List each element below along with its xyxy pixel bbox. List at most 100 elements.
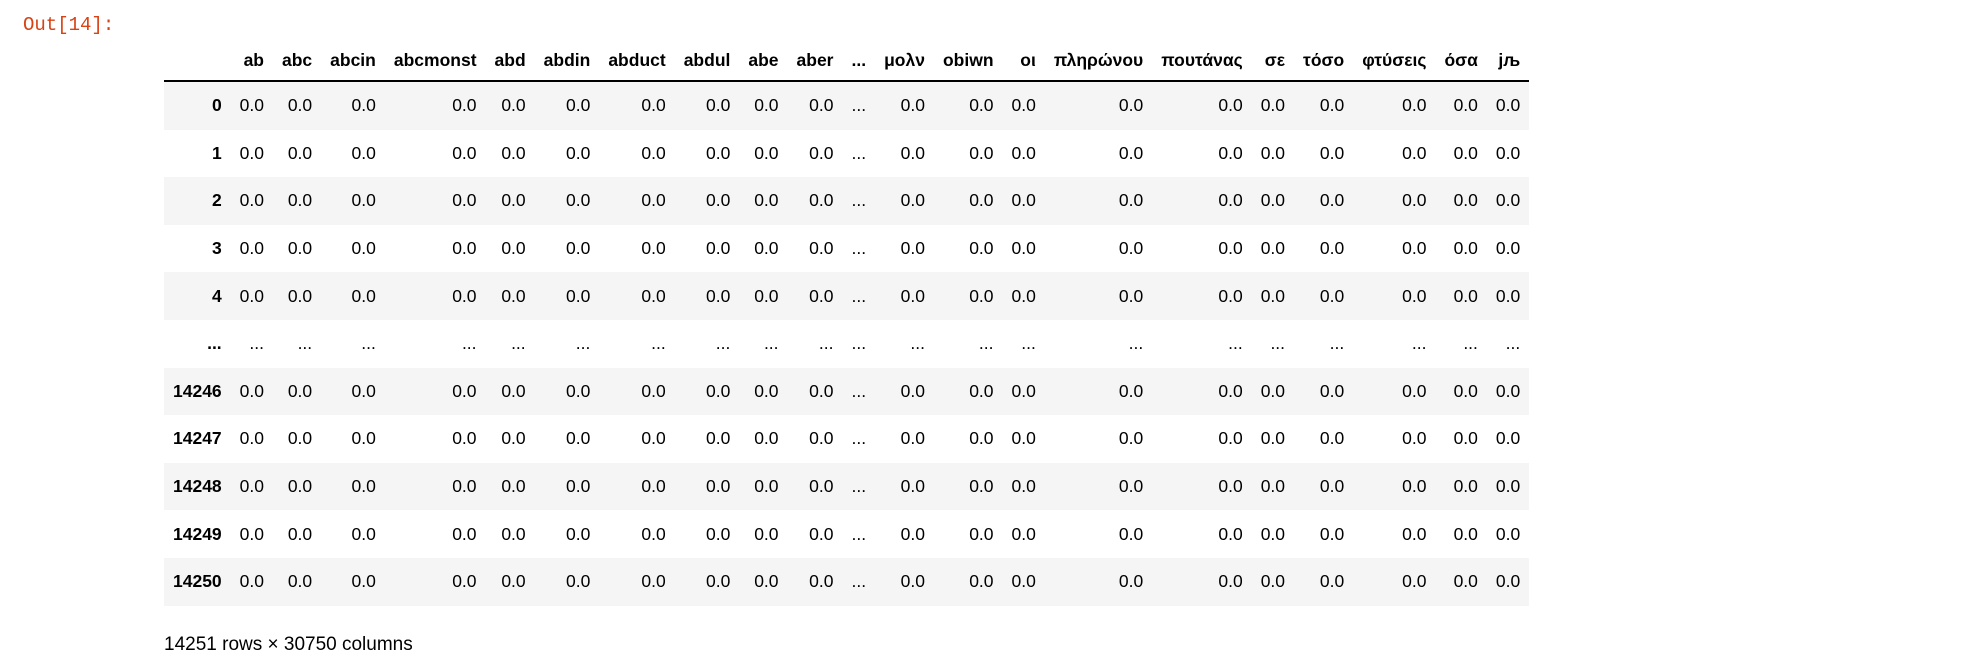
table-cell: 0.0 (452, 476, 477, 497)
table-cell: 0.0 (566, 523, 591, 544)
table-cell: ... (1463, 333, 1478, 354)
table-cell: ... (1021, 333, 1036, 354)
table-cell: 0.0 (1011, 571, 1036, 592)
table-cell: 0.0 (706, 380, 731, 401)
table-cell: 0.0 (969, 571, 994, 592)
table-cell: 0.0 (1011, 285, 1036, 306)
table-cell: ... (763, 333, 779, 354)
table-cell: ... (297, 333, 313, 354)
table-cell: 0.0 (566, 571, 591, 592)
dataframe-shape: 14251 rows × 30750 columns (164, 634, 413, 655)
table-cell: 0.0 (287, 380, 313, 401)
table-cell: 0.0 (1495, 190, 1521, 211)
table-cell: 0.0 (1011, 95, 1036, 116)
column-header: πουτάνας (1152, 38, 1252, 82)
table-cell: 0.0 (1453, 428, 1478, 449)
table-cell: 0.0 (1495, 428, 1521, 449)
column-header: abdul (674, 38, 740, 82)
table-cell: 0.0 (351, 142, 376, 163)
table-cell: ... (715, 333, 731, 354)
table-cell: 0.0 (1453, 380, 1478, 401)
output-prompt: Out[14]: (23, 14, 115, 36)
table-cell: 0.0 (1118, 428, 1144, 449)
table-cell: 0.0 (1495, 238, 1521, 259)
table-cell: 0.0 (1495, 523, 1521, 544)
table-cell: ... (851, 571, 867, 592)
column-header: abdin (534, 38, 600, 82)
column-header: σε (1251, 38, 1295, 82)
table-cell: 0.0 (1319, 190, 1345, 211)
table-cell: 0.0 (969, 428, 994, 449)
table-cell: 0.0 (351, 190, 376, 211)
table-cell: 0.0 (1319, 285, 1345, 306)
table-cell: 0.0 (1495, 571, 1521, 592)
table-cell: 0.0 (754, 380, 779, 401)
table-cell: 0.0 (1319, 428, 1345, 449)
table-cell: 0.0 (754, 428, 779, 449)
table-cell: 0.0 (1453, 285, 1478, 306)
table-cell: 0.0 (706, 571, 731, 592)
table-cell: 0.0 (1453, 523, 1478, 544)
table-cell: 0.0 (900, 285, 925, 306)
table-cell: 0.0 (706, 95, 731, 116)
table-cell: 0.0 (239, 523, 264, 544)
table-cell: 0.0 (239, 95, 264, 116)
table-cell: ... (249, 333, 264, 354)
table-cell: 0.0 (1453, 95, 1478, 116)
table-cell: 0.0 (1402, 238, 1427, 259)
table-cell: 0.0 (1319, 95, 1345, 116)
table-row: ........................................… (164, 320, 1529, 368)
table-cell: 0.0 (452, 380, 477, 401)
table-cell: 0.0 (1495, 95, 1521, 116)
table-cell: 0.0 (1495, 380, 1521, 401)
table-cell: 0.0 (809, 142, 834, 163)
table-cell: 0.0 (501, 95, 526, 116)
column-header: jљ (1486, 38, 1530, 82)
table-cell: 0.0 (1402, 380, 1427, 401)
table-cell: 0.0 (452, 95, 477, 116)
table-cell: ... (361, 333, 376, 354)
column-header: όσα (1435, 38, 1487, 82)
table-cell: ... (978, 333, 994, 354)
column-header: πληρώνου (1044, 38, 1153, 82)
table-cell: 0.0 (1402, 428, 1427, 449)
table-cell: 0.0 (351, 238, 376, 259)
table-cell: 0.0 (287, 142, 313, 163)
table-cell: 0.0 (1118, 571, 1144, 592)
table-cell: 0.0 (754, 476, 779, 497)
table-cell: 0.0 (641, 285, 666, 306)
table-cell: 0.0 (239, 142, 264, 163)
table-cell: 0.0 (1118, 190, 1144, 211)
table-cell: 0.0 (754, 190, 779, 211)
table-cell: 0.0 (1260, 428, 1286, 449)
row-index: 3 (211, 238, 222, 259)
table-cell: 0.0 (452, 142, 477, 163)
table-cell: 0.0 (1218, 190, 1243, 211)
table-cell: 0.0 (1011, 190, 1036, 211)
table-cell: 0.0 (1118, 142, 1144, 163)
table-cell: 0.0 (1218, 380, 1243, 401)
table-cell: 0.0 (287, 285, 313, 306)
table-row: 0 0.0 0.0 0.0 0.0 0.0 0.0 0.0 0.0 0.0 0.0... 0.0 0.0… (164, 81, 1530, 130)
table-cell: 0.0 (351, 95, 376, 116)
table-cell: 0.0 (501, 142, 526, 163)
table-cell: 0.0 (1453, 571, 1478, 592)
table-cell: 0.0 (641, 523, 666, 544)
table-cell: ... (910, 333, 925, 354)
table-cell: 0.0 (900, 190, 925, 211)
table-cell: 0.0 (1011, 476, 1036, 497)
table-cell: 0.0 (239, 571, 264, 592)
table-cell: 0.0 (641, 190, 666, 211)
table-cell: 0.0 (287, 428, 313, 449)
table-cell: 0.0 (754, 142, 779, 163)
table-cell: 0.0 (452, 428, 477, 449)
table-cell: 0.0 (1011, 238, 1036, 259)
column-header: abcin (321, 38, 385, 82)
table-cell: 0.0 (1319, 523, 1345, 544)
table-cell: 0.0 (1319, 476, 1345, 497)
table-cell: 0.0 (351, 380, 376, 401)
table-cell: 0.0 (969, 142, 994, 163)
table-row: 14250 0.0 0.0 0.0 0.0 0.0 0.0 0.0 0.0 0.0 0.0... 0.… (164, 557, 1530, 606)
table-cell: 0.0 (1402, 95, 1427, 116)
table-cell: 0.0 (1453, 238, 1478, 259)
